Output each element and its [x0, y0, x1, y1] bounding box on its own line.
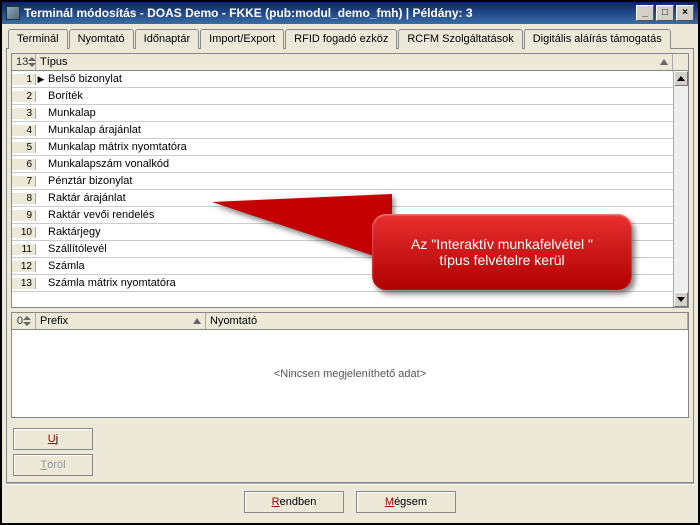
table-row[interactable]: 13 Számla mátrix nyomtatóra	[12, 275, 673, 292]
header-nyomtato[interactable]: Nyomtató	[206, 313, 688, 329]
cancel-button[interactable]: Mégsem	[356, 491, 456, 513]
types-grid[interactable]: 13 Típus 1▶Belső bizonylat 2 Boríték 3 Munka…	[11, 53, 689, 308]
row-label: Munkalapszám vonalkód	[46, 158, 673, 170]
table-row[interactable]: 4 Munkalap árajánlat	[12, 122, 673, 139]
row-number: 2	[12, 91, 36, 102]
row-label: Pénztár bizonylat	[46, 175, 673, 187]
row-number: 1	[12, 74, 36, 85]
header-scroll-spacer	[673, 54, 688, 70]
row-number: 4	[12, 125, 36, 136]
table-row[interactable]: 11 Szállítólevél	[12, 241, 673, 258]
app-icon	[6, 6, 20, 20]
tab-body: 13 Típus 1▶Belső bizonylat 2 Boríték 3 Munka…	[6, 49, 694, 483]
tab-strip: Terminál Nyomtató Időnaptár Import/Expor…	[6, 28, 694, 49]
row-number: 7	[12, 176, 36, 187]
row-number: 13	[12, 278, 36, 289]
types-grid-rows: 1▶Belső bizonylat 2 Boríték 3 Munkalap 4 Munka…	[12, 71, 673, 307]
chevron-down-icon	[677, 297, 685, 302]
row-label: Raktárjegy	[46, 226, 673, 238]
table-row[interactable]: 2 Boríték	[12, 88, 673, 105]
table-row[interactable]: 5 Munkalap mátrix nyomtatóra	[12, 139, 673, 156]
delete-button[interactable]: Töröl	[13, 454, 93, 476]
types-grid-header: 13 Típus	[12, 54, 688, 71]
table-row[interactable]: 7 Pénztár bizonylat	[12, 173, 673, 190]
minimize-button[interactable]: _	[636, 5, 654, 21]
row-number: 3	[12, 108, 36, 119]
sort-asc-icon	[193, 318, 201, 324]
row-number: 9	[12, 210, 36, 221]
new-button[interactable]: Uj	[13, 428, 93, 450]
scroll-track[interactable]	[674, 86, 688, 292]
row-label: Számla mátrix nyomtatóra	[46, 277, 673, 289]
header-prefix[interactable]: Prefix	[36, 313, 206, 329]
sort-icon	[28, 57, 31, 67]
row-label: Számla	[46, 260, 673, 272]
row-label: Raktár árajánlat	[46, 192, 673, 204]
tab-import-export[interactable]: Import/Export	[200, 29, 284, 49]
row-number: 6	[12, 159, 36, 170]
close-button[interactable]: ×	[676, 5, 694, 21]
maximize-button[interactable]: □	[656, 5, 674, 21]
row-action-buttons: Uj Töröl	[11, 422, 689, 478]
no-data-label: <Nincsen megjeleníthető adat>	[12, 330, 688, 417]
row-number: 11	[12, 244, 36, 255]
assignments-grid-header: 0 Prefix Nyomtató	[12, 313, 688, 330]
scroll-up-button[interactable]	[674, 71, 688, 86]
tab-rcfm[interactable]: RCFM Szolgáltatások	[398, 29, 522, 49]
row-marker-icon: ▶	[36, 74, 46, 85]
row-label: Szállítólevél	[46, 243, 673, 255]
table-row[interactable]: 3 Munkalap	[12, 105, 673, 122]
tab-digitalis[interactable]: Digitális aláírás támogatás	[524, 29, 671, 49]
vertical-scrollbar[interactable]	[673, 71, 688, 307]
row-number: 10	[12, 227, 36, 238]
sort-asc-icon	[660, 59, 668, 65]
row-label: Munkalap	[46, 107, 673, 119]
row-label: Munkalap mátrix nyomtatóra	[46, 141, 673, 153]
table-row[interactable]: 9 Raktár vevői rendelés	[12, 207, 673, 224]
row-label: Boríték	[46, 90, 673, 102]
row-number: 8	[12, 193, 36, 204]
tab-nyomtato[interactable]: Nyomtató	[69, 29, 134, 49]
ok-button[interactable]: Rendben	[244, 491, 344, 513]
table-row[interactable]: 6 Munkalapszám vonalkód	[12, 156, 673, 173]
dialog-buttons: Rendben Mégsem	[6, 483, 694, 519]
header-count[interactable]: 13	[12, 54, 36, 70]
scroll-down-button[interactable]	[674, 292, 688, 307]
window-title: Terminál módosítás - DOAS Demo - FKKE (p…	[24, 6, 473, 20]
table-row[interactable]: 12 Számla	[12, 258, 673, 275]
row-number: 5	[12, 142, 36, 153]
chevron-up-icon	[677, 76, 685, 81]
content-frame: Terminál Nyomtató Időnaptár Import/Expor…	[2, 24, 698, 523]
titlebar: Terminál módosítás - DOAS Demo - FKKE (p…	[2, 2, 698, 24]
tab-idonaptar[interactable]: Időnaptár	[135, 29, 199, 49]
row-label: Raktár vevői rendelés	[46, 209, 673, 221]
sort-icon	[23, 316, 31, 326]
assignments-grid[interactable]: 0 Prefix Nyomtató <Nincsen megjeleníthet…	[11, 312, 689, 418]
header-count-lower[interactable]: 0	[12, 313, 36, 329]
row-number: 12	[12, 261, 36, 272]
header-tipus[interactable]: Típus	[36, 54, 673, 70]
row-label: Munkalap árajánlat	[46, 124, 673, 136]
row-label: Belső bizonylat	[46, 73, 673, 85]
tab-terminal[interactable]: Terminál	[8, 29, 68, 49]
tab-rfid[interactable]: RFID fogadó ezköz	[285, 29, 397, 49]
app-window: Terminál módosítás - DOAS Demo - FKKE (p…	[0, 0, 700, 525]
table-row[interactable]: 8 Raktár árajánlat	[12, 190, 673, 207]
table-row[interactable]: 1▶Belső bizonylat	[12, 71, 673, 88]
table-row[interactable]: 10 Raktárjegy	[12, 224, 673, 241]
